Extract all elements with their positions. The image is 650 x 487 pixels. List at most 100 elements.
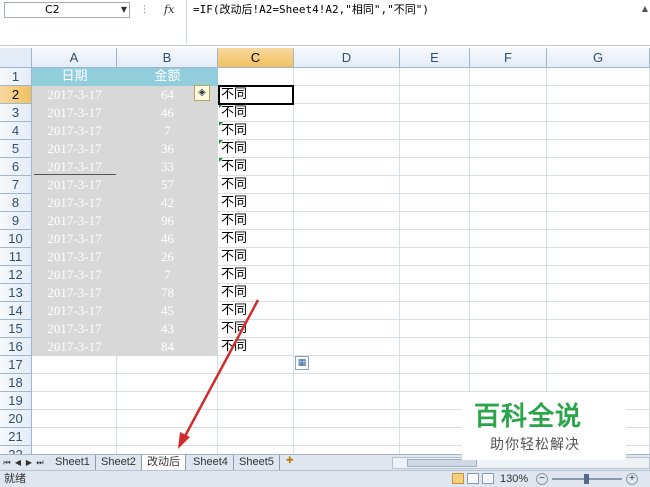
cell-amount[interactable]: 46 (117, 104, 218, 122)
cell-result[interactable]: 不同 (218, 194, 294, 212)
cell-amount[interactable]: 78 (117, 284, 218, 302)
normal-view-button[interactable] (452, 473, 464, 484)
zoom-slider-thumb[interactable] (584, 474, 589, 484)
formula-input[interactable]: =IF(改动后!A2=Sheet4!A2,"相同","不同") (186, 0, 636, 44)
cell-result[interactable]: 不同 (218, 302, 294, 320)
cell-amount[interactable]: 7 (117, 266, 218, 284)
cell-date[interactable]: 2017-3-17 (32, 122, 117, 140)
page-layout-view-button[interactable] (467, 473, 479, 484)
select-all-button[interactable] (0, 48, 32, 68)
column-header-d[interactable]: D (294, 48, 400, 68)
sheet-tab-2[interactable]: Sheet2 (96, 455, 142, 470)
row-header-13[interactable]: 13 (0, 284, 32, 302)
cell-result[interactable]: 不同 (218, 104, 294, 122)
cell-date[interactable]: 2017-3-17 (32, 266, 117, 284)
sheet-tab-4[interactable]: Sheet4 (188, 455, 234, 470)
paste-options-icon[interactable]: ▦ (295, 356, 309, 370)
column-header-c[interactable]: C (218, 48, 294, 68)
cell-date[interactable]: 2017-3-17 (32, 212, 117, 230)
cell-b1-header[interactable]: 金额 (117, 68, 218, 86)
last-sheet-icon[interactable]: ⏭ (35, 455, 45, 471)
column-header-a[interactable]: A (32, 48, 117, 68)
cell-result[interactable]: 不同 (218, 122, 294, 140)
row-header-9[interactable]: 9 (0, 212, 32, 230)
cell-date[interactable]: 2017-3-17 (32, 248, 117, 266)
row-header-1[interactable]: 1 (0, 68, 32, 86)
column-header-b[interactable]: B (117, 48, 218, 68)
cell-result[interactable]: 不同 (218, 320, 294, 338)
zoom-level[interactable]: 130% (500, 471, 528, 487)
row-header-10[interactable]: 10 (0, 230, 32, 248)
cell-date[interactable]: 2017-3-17 (32, 230, 117, 248)
cell-amount[interactable]: 46 (117, 230, 218, 248)
cell-a1-header[interactable]: 日期 (32, 68, 117, 86)
row-header-7[interactable]: 7 (0, 176, 32, 194)
cell-result[interactable]: 不同 (218, 140, 294, 158)
row-header-17[interactable]: 17 (0, 356, 32, 374)
row-header-5[interactable]: 5 (0, 140, 32, 158)
sheet-tab-5[interactable]: Sheet5 (234, 455, 280, 470)
cell-date[interactable]: 2017-3-17 (32, 320, 117, 338)
row-header-4[interactable]: 4 (0, 122, 32, 140)
cell-result[interactable]: 不同 (218, 86, 294, 104)
sheet-tab-3[interactable]: 改动后 (142, 455, 186, 470)
expand-formula-bar-icon[interactable]: ▲ (642, 4, 648, 13)
cell-amount[interactable]: 7 (117, 122, 218, 140)
insert-sheet-icon[interactable]: ✚ (286, 456, 298, 468)
cell-result[interactable]: 不同 (218, 230, 294, 248)
first-sheet-icon[interactable]: ⏮ (2, 455, 12, 471)
name-box[interactable]: C2 (4, 2, 130, 18)
row-header-19[interactable]: 19 (0, 392, 32, 410)
zoom-in-button[interactable]: + (626, 473, 638, 485)
cell-amount[interactable]: 57 (117, 176, 218, 194)
page-break-view-button[interactable] (482, 473, 494, 484)
cell-amount[interactable]: 42 (117, 194, 218, 212)
row-header-20[interactable]: 20 (0, 410, 32, 428)
row-header-21[interactable]: 21 (0, 428, 32, 446)
row-header-2[interactable]: 2 (0, 86, 32, 104)
row-header-22[interactable]: 22 (0, 446, 32, 454)
column-header-g[interactable]: G (547, 48, 650, 68)
prev-sheet-icon[interactable]: ◀ (13, 455, 23, 471)
cell-result[interactable]: 不同 (218, 248, 294, 266)
row-header-18[interactable]: 18 (0, 374, 32, 392)
cell-amount[interactable]: 43 (117, 320, 218, 338)
cell-date[interactable]: 2017-3-17 (32, 284, 117, 302)
cell-result[interactable]: 不同 (218, 284, 294, 302)
cell-result[interactable]: 不同 (218, 176, 294, 194)
cell-date[interactable]: 2017-3-17 (32, 302, 117, 320)
row-header-14[interactable]: 14 (0, 302, 32, 320)
cell-date[interactable]: 2017-3-17 (32, 176, 117, 194)
column-header-f[interactable]: F (470, 48, 547, 68)
cell-amount[interactable]: 45 (117, 302, 218, 320)
cell-date[interactable]: 2017-3-17 (32, 194, 117, 212)
row-header-8[interactable]: 8 (0, 194, 32, 212)
cell-amount[interactable]: 36 (117, 140, 218, 158)
cell-date[interactable]: 2017-3-17 (32, 140, 117, 158)
cell-result[interactable]: 不同 (218, 158, 294, 176)
row-header-15[interactable]: 15 (0, 320, 32, 338)
sheet-tab-1[interactable]: Sheet1 (50, 455, 96, 470)
warning-diamond-icon[interactable]: ◈ (194, 85, 210, 101)
cell-amount[interactable]: 84 (117, 338, 218, 356)
row-header-16[interactable]: 16 (0, 338, 32, 356)
cell-date[interactable]: 2017-3-17 (32, 338, 117, 356)
cell-date[interactable]: 2017-3-17 (32, 104, 117, 122)
row-header-11[interactable]: 11 (0, 248, 32, 266)
cell-amount[interactable]: 96 (117, 212, 218, 230)
row-header-12[interactable]: 12 (0, 266, 32, 284)
name-box-dropdown-icon[interactable]: ▼ (118, 2, 130, 18)
cell-date[interactable]: 2017-3-17 (32, 86, 117, 104)
row-header-3[interactable]: 3 (0, 104, 32, 122)
cell-amount[interactable]: 33 (117, 158, 218, 176)
scrollbar-thumb[interactable] (407, 459, 477, 467)
next-sheet-icon[interactable]: ▶ (24, 455, 34, 471)
insert-function-button[interactable]: fx (164, 2, 180, 18)
zoom-out-button[interactable]: − (536, 473, 548, 485)
cell-result[interactable]: 不同 (218, 338, 294, 356)
cell-result[interactable]: 不同 (218, 266, 294, 284)
cell-result[interactable]: 不同 (218, 212, 294, 230)
row-header-6[interactable]: 6 (0, 158, 32, 176)
cell-amount[interactable]: 26 (117, 248, 218, 266)
column-header-e[interactable]: E (400, 48, 470, 68)
